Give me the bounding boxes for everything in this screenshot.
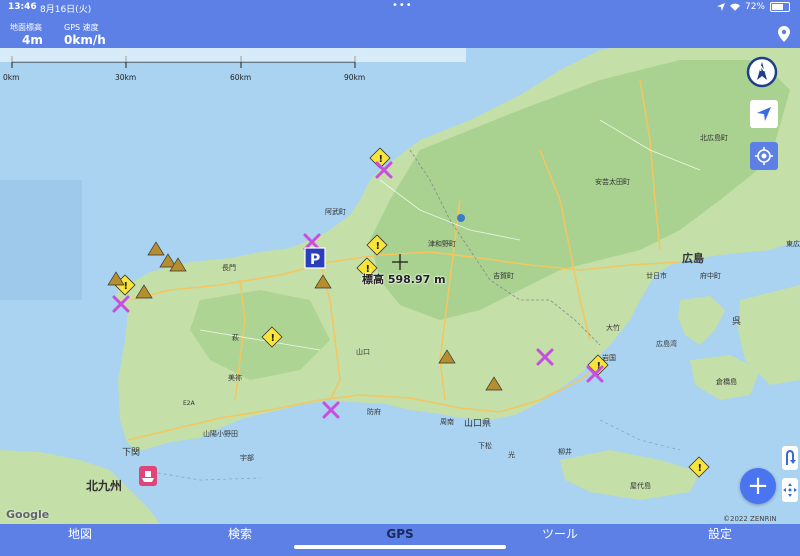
place-label: 屋代島: [630, 481, 651, 490]
svg-text:!: !: [271, 333, 276, 344]
place-label: 大竹: [606, 323, 620, 332]
move-arrows-icon: [783, 483, 797, 497]
place-label: 山陽小野田: [203, 429, 238, 438]
scale-tick-0: 0km: [3, 73, 19, 82]
place-label: 長門: [222, 264, 236, 272]
ground-elevation-label: 地面標高: [10, 23, 42, 32]
google-logo: Google: [6, 508, 50, 521]
place-label: 広島: [682, 251, 704, 265]
place-label: 防府: [367, 407, 381, 416]
place-label: 安芸太田町: [595, 177, 630, 186]
add-button[interactable]: +: [740, 468, 776, 504]
tab-settings[interactable]: 設定: [640, 524, 800, 556]
place-label: 倉橋島: [716, 377, 737, 386]
locate-crosshair-icon: [755, 147, 773, 165]
place-label: 吉賀町: [493, 271, 514, 280]
locate-button[interactable]: [750, 142, 778, 170]
tab-gps[interactable]: GPS: [320, 524, 480, 556]
svg-text:!: !: [124, 281, 129, 292]
place-label: 東広: [786, 239, 800, 248]
gps-speed-label: GPS 速度: [64, 23, 99, 32]
scale-bar-background: [0, 48, 466, 62]
ground-elevation-value: 4m: [22, 33, 43, 47]
gps-speed-value: 0km/h: [64, 33, 106, 47]
status-time: 13:46: [8, 2, 37, 12]
battery-icon: [770, 2, 790, 12]
wifi-icon: [729, 3, 740, 11]
location-pin-icon[interactable]: [778, 26, 790, 42]
tab-tools[interactable]: ツール: [480, 524, 640, 556]
place-label: 下松: [478, 441, 492, 450]
place-label: 宇部: [240, 453, 254, 462]
tab-bar: 地図 検索 GPS ツール 設定: [0, 524, 800, 556]
tab-map[interactable]: 地図: [0, 524, 160, 556]
battery-percent: 72%: [744, 2, 765, 12]
svg-text:!: !: [698, 463, 703, 474]
multitask-dots[interactable]: •••: [392, 0, 413, 11]
place-label: 柳井: [558, 447, 572, 456]
place-label: 阿武町: [325, 207, 346, 216]
compass-letter: N: [760, 65, 766, 73]
elevation-readout: 標高 598.97 m: [362, 273, 446, 286]
place-label: 北広島町: [700, 133, 728, 142]
place-label: 津和野町: [428, 239, 456, 248]
navigation-arrow-icon: [757, 107, 771, 121]
place-label: 北九州: [86, 478, 122, 493]
place-label: E2A: [183, 400, 196, 407]
highway-shield: [457, 214, 465, 222]
svg-text:!: !: [376, 241, 381, 252]
scale-tick-1: 30km: [115, 73, 136, 82]
status-indicators: 72%: [716, 2, 790, 12]
parking-marker: P: [304, 247, 326, 269]
place-label: 光: [508, 450, 515, 459]
place-label: 山口: [356, 347, 370, 356]
location-services-icon: [716, 3, 725, 11]
place-label: 萩: [232, 333, 239, 342]
tab-search[interactable]: 検索: [160, 524, 320, 556]
navigation-button[interactable]: [750, 100, 778, 128]
status-date: 8月16日(火): [40, 5, 92, 15]
place-label: 呉: [732, 316, 741, 327]
top-panel: 13:46 8月16日(火) ••• 72% 地面標高 4m GPS 速度 0k…: [0, 0, 800, 48]
compass-icon: N: [746, 56, 778, 88]
rotate-lock-button[interactable]: [782, 446, 798, 470]
place-label: 廿日市: [646, 271, 667, 280]
place-label: 山口県: [464, 418, 491, 429]
compass-button[interactable]: N: [746, 56, 778, 88]
place-label: 美祢: [228, 373, 242, 382]
ferry-marker: [139, 466, 157, 486]
place-label: 府中町: [700, 271, 721, 280]
place-label: 周南: [440, 417, 454, 426]
svg-text:P: P: [310, 252, 320, 268]
map-copyright: ©2022 ZENRIN: [723, 515, 777, 523]
home-indicator[interactable]: [294, 545, 506, 549]
pan-mode-button[interactable]: [782, 478, 798, 502]
scale-tick-3: 90km: [344, 73, 365, 82]
place-label: 下関: [122, 447, 140, 458]
u-turn-icon: [786, 449, 796, 465]
scale-tick-2: 60km: [230, 73, 251, 82]
place-label: 広島湾: [656, 339, 677, 348]
